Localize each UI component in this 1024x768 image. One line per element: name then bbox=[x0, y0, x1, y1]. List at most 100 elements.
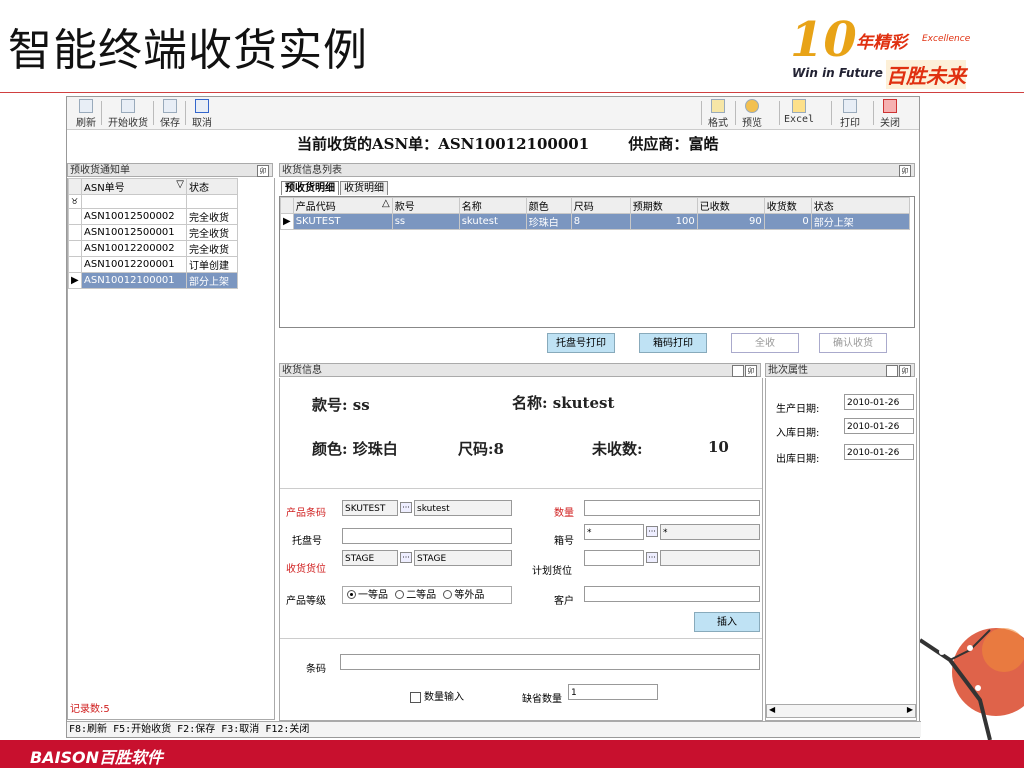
cancel-button[interactable]: 取消 bbox=[189, 99, 215, 129]
start-receive-button[interactable]: 开始收货 bbox=[105, 99, 151, 129]
info-table-header: 产品代码 △ 款号 名称 颜色 尺码 预期数 已收数 收货数 状态 bbox=[280, 197, 911, 214]
plan-location-input[interactable] bbox=[584, 550, 644, 566]
preview-icon bbox=[745, 99, 759, 113]
col-size[interactable]: 尺码 bbox=[570, 197, 631, 214]
receive-all-button[interactable]: 全收 bbox=[731, 333, 799, 353]
preview-button[interactable]: 预览 bbox=[739, 99, 765, 129]
col-name[interactable]: 名称 bbox=[458, 197, 527, 214]
filter-icon[interactable]: ▽ bbox=[176, 179, 184, 190]
info-list-header: 收货信息列表 卯 bbox=[279, 163, 915, 177]
color-value: 珍珠白 bbox=[352, 440, 398, 458]
horizontal-scrollbar[interactable]: ◀ ▶ bbox=[766, 704, 916, 718]
pallet-input[interactable] bbox=[342, 528, 512, 544]
grade-first-radio[interactable]: 一等品 bbox=[347, 589, 388, 601]
barcode-input[interactable]: SKUTEST bbox=[342, 500, 398, 516]
asn-header: 当前收货的ASN单：ASN10012100001 供应商：富皓 bbox=[297, 133, 718, 154]
sort-icon[interactable]: △ bbox=[382, 198, 390, 209]
outbound-date-input[interactable]: 2010-01-26 bbox=[844, 444, 914, 460]
col-style[interactable]: 款号 bbox=[391, 197, 460, 214]
table-row-selected[interactable]: ▶ ASN10012100001 部分上架 bbox=[68, 272, 238, 289]
name-value: skutest bbox=[552, 394, 615, 412]
customer-label: 客户 bbox=[554, 596, 574, 607]
confirm-receive-button[interactable]: 确认收货 bbox=[819, 333, 887, 353]
col-asn-number[interactable]: ASN单号 ▽ bbox=[81, 178, 187, 195]
qty-input-checkbox[interactable]: 数量输入 bbox=[410, 688, 464, 703]
barcode-lookup-button[interactable]: ··· bbox=[400, 502, 412, 513]
table-row[interactable]: ASN10012500001 完全收货 bbox=[68, 224, 238, 241]
barcode-label: 产品条码 bbox=[286, 508, 326, 519]
table-row-selected[interactable]: ▶ SKUTEST ss skutest 珍珠白 8 100 90 0 部分上架 bbox=[280, 213, 911, 230]
col-product-code[interactable]: 产品代码 △ bbox=[292, 197, 393, 214]
box-print-button[interactable]: 箱码打印 bbox=[639, 333, 707, 353]
code-input[interactable] bbox=[340, 654, 760, 670]
grade-label: 产品等级 bbox=[286, 596, 326, 607]
customer-input[interactable] bbox=[584, 586, 760, 602]
pin-icon[interactable]: 卯 bbox=[899, 165, 911, 177]
pallet-print-button[interactable]: 托盘号打印 bbox=[547, 333, 615, 353]
col-status[interactable]: 状态 bbox=[186, 178, 238, 195]
table-row[interactable]: ASN10012200001 订单创建 bbox=[68, 256, 238, 273]
col-color[interactable]: 颜色 bbox=[525, 197, 572, 214]
toolbar-separator bbox=[831, 101, 832, 125]
close-icon bbox=[883, 99, 897, 113]
location-lookup-button[interactable]: ··· bbox=[400, 552, 412, 563]
default-qty-input[interactable]: 1 bbox=[568, 684, 658, 700]
toolbar-separator bbox=[185, 101, 186, 125]
pin-icon[interactable]: 卯 bbox=[899, 365, 911, 377]
pin-icon[interactable]: 卯 bbox=[257, 165, 269, 177]
plan-location-lookup-button[interactable]: ··· bbox=[646, 552, 658, 563]
format-button[interactable]: 格式 bbox=[705, 99, 731, 129]
style-value: ss bbox=[352, 396, 370, 414]
box-input[interactable]: * bbox=[584, 524, 644, 540]
supplier-value: 富皓 bbox=[688, 135, 719, 153]
row-pointer-icon: ▶ bbox=[68, 272, 82, 289]
close-button[interactable]: 关闭 bbox=[877, 99, 903, 129]
divider bbox=[280, 488, 762, 489]
excel-icon bbox=[792, 99, 806, 113]
pin-icon[interactable]: 卯 bbox=[745, 365, 757, 377]
pallet-label: 托盘号 bbox=[292, 536, 322, 547]
insert-button[interactable]: 插入 bbox=[694, 612, 760, 632]
plan-location-name-field bbox=[660, 550, 760, 566]
supplier-label: 供应商： bbox=[628, 135, 689, 153]
grade-other-radio[interactable]: 等外品 bbox=[443, 589, 484, 601]
col-expected[interactable]: 预期数 bbox=[629, 197, 698, 214]
scroll-left-icon[interactable]: ◀ bbox=[769, 705, 775, 714]
excel-button[interactable]: Excel bbox=[783, 99, 815, 127]
save-button[interactable]: 保存 bbox=[157, 99, 183, 129]
table-row[interactable]: ASN10012500002 完全收货 bbox=[68, 208, 238, 225]
print-button[interactable]: 打印 bbox=[837, 99, 863, 129]
asn-panel-header: 预收货通知单 卯 bbox=[67, 163, 273, 177]
grade-second-radio[interactable]: 二等品 bbox=[395, 589, 436, 601]
production-date-input[interactable]: 2010-01-26 bbox=[844, 394, 914, 410]
filter-row-icon: ♉ bbox=[68, 194, 82, 209]
col-received[interactable]: 已收数 bbox=[696, 197, 765, 214]
decorative-plum-icon bbox=[920, 628, 1024, 740]
tab-received-detail[interactable]: 收货明细 bbox=[340, 181, 388, 195]
table-row[interactable]: ASN10012200002 完全收货 bbox=[68, 240, 238, 257]
box-lookup-button[interactable]: ··· bbox=[646, 526, 658, 537]
barcode-name-field: skutest bbox=[414, 500, 512, 516]
slide-title: 智能终端收货实例 bbox=[8, 25, 368, 76]
plan-location-label: 计划货位 bbox=[532, 566, 572, 577]
location-input[interactable]: STAGE bbox=[342, 550, 398, 566]
restore-icon[interactable] bbox=[732, 365, 744, 377]
quantity-label: 数量 bbox=[554, 508, 574, 519]
folder-icon bbox=[711, 99, 725, 113]
refresh-button[interactable]: 刷新 bbox=[73, 99, 99, 129]
toolbar-separator bbox=[873, 101, 874, 125]
quantity-input[interactable] bbox=[584, 500, 760, 516]
col-receiving[interactable]: 收货数 bbox=[763, 197, 812, 214]
restore-icon[interactable] bbox=[886, 365, 898, 377]
divider bbox=[280, 638, 762, 639]
record-count: 记录数:5 bbox=[70, 704, 110, 715]
toolbar-separator bbox=[735, 101, 736, 125]
refresh-icon bbox=[79, 99, 93, 113]
inbound-date-input[interactable]: 2010-01-26 bbox=[844, 418, 914, 434]
scroll-right-icon[interactable]: ▶ bbox=[907, 705, 913, 714]
box-name-field: * bbox=[660, 524, 760, 540]
filter-row[interactable]: ♉ bbox=[68, 194, 238, 209]
app-window: 刷新 开始收货 保存 取消 格式 预览 Excel 打印 关闭 当前收货的ASN… bbox=[66, 96, 921, 738]
tab-expected-detail[interactable]: 预收货明细 bbox=[281, 181, 339, 195]
col-status[interactable]: 状态 bbox=[810, 197, 911, 214]
